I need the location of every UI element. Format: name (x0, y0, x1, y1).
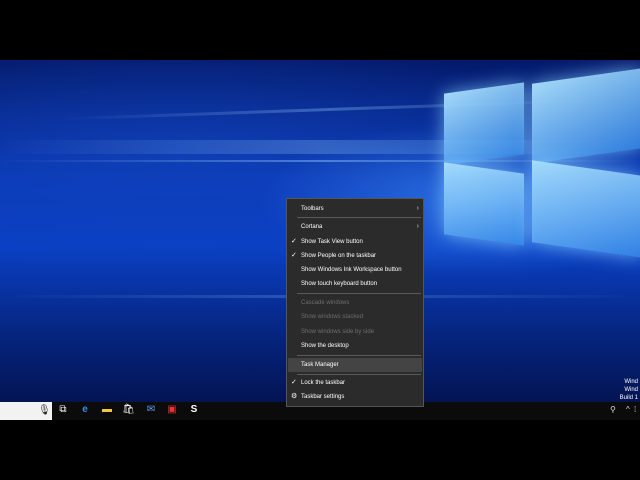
microphone-icon[interactable]: 🎙 (38, 405, 51, 417)
submenu-arrow-icon: › (416, 205, 419, 212)
logo-pane (444, 162, 524, 246)
menu-item-label: Show touch keyboard button (301, 281, 378, 287)
menu-item-show-touch-keyboard[interactable]: Show touch keyboard button (288, 277, 422, 291)
menu-separator (297, 293, 421, 294)
menu-separator (297, 355, 421, 356)
checkmark-icon: ✓ (291, 252, 297, 259)
video-letterbox-top (0, 0, 640, 60)
menu-item-label: Lock the taskbar (301, 380, 346, 386)
mail-icon[interactable]: ✉ (145, 404, 157, 416)
menu-item-task-manager[interactable]: Task Manager (288, 358, 422, 372)
menu-item-show-task-view[interactable]: ✓ Show Task View button (288, 235, 422, 249)
menu-item-show-windows-side-by-side: Show windows side by side (288, 325, 422, 339)
menu-item-label: Show the desktop (301, 343, 349, 349)
activation-watermark: Wind Wind Build 1 (620, 378, 638, 402)
menu-item-label: Show windows side by side (301, 329, 375, 335)
menu-item-taskbar-settings[interactable]: ⚙ Taskbar settings (288, 390, 422, 404)
people-icon[interactable]: ⚲ (610, 404, 616, 416)
taskbar-context-menu: Toolbars › Cortana › ✓ Show Task View bu… (286, 198, 424, 407)
menu-item-show-desktop[interactable]: Show the desktop (288, 339, 422, 353)
menu-item-label: Cortana (301, 224, 323, 230)
menu-item-label: Toolbars (301, 206, 324, 212)
menu-item-label: Show Task View button (301, 239, 363, 245)
menu-item-show-windows-stacked: Show windows stacked (288, 310, 422, 324)
snagit-icon[interactable]: S (188, 404, 200, 416)
menu-item-lock-taskbar[interactable]: ✓ Lock the taskbar (288, 376, 422, 390)
menu-item-show-ink-workspace[interactable]: Show Windows Ink Workspace button (288, 263, 422, 277)
checkmark-icon: ✓ (291, 238, 297, 245)
menu-item-label: Cascade windows (301, 300, 350, 306)
watermark-line: Wind (624, 379, 638, 385)
menu-separator (297, 374, 421, 375)
menu-item-label: Show windows stacked (301, 314, 364, 320)
logo-pane (532, 68, 640, 164)
menu-item-label: Taskbar settings (301, 394, 345, 400)
menu-separator (297, 217, 421, 218)
app-icon[interactable]: ▣ (166, 404, 178, 416)
menu-item-label: Show People on the taskbar (301, 253, 377, 259)
store-icon[interactable]: 🛍 (122, 404, 135, 416)
windows-logo (440, 68, 640, 258)
tray-more-icon[interactable]: ⁞ (634, 404, 636, 416)
menu-item-cortana[interactable]: Cortana › (288, 220, 422, 234)
logo-pane (532, 160, 640, 258)
gear-icon: ⚙ (291, 393, 298, 400)
menu-item-label: Show Windows Ink Workspace button (301, 267, 402, 273)
tray-chevron-icon[interactable]: ^ (626, 404, 630, 416)
menu-item-cascade-windows: Cascade windows (288, 296, 422, 310)
watermark-line: Wind (624, 387, 638, 393)
watermark-line: Build 1 (619, 395, 638, 401)
menu-item-show-people[interactable]: ✓ Show People on the taskbar (288, 249, 422, 263)
video-letterbox-bottom (0, 420, 640, 480)
task-view-icon[interactable]: ⧉ (57, 404, 69, 416)
logo-pane (444, 82, 524, 166)
file-explorer-icon[interactable]: ▬ (101, 404, 113, 416)
checkmark-icon: ✓ (291, 379, 297, 386)
menu-item-toolbars[interactable]: Toolbars › (288, 202, 422, 216)
edge-browser-icon[interactable]: e (79, 404, 91, 416)
submenu-arrow-icon: › (416, 223, 419, 230)
menu-item-label: Task Manager (301, 362, 339, 368)
